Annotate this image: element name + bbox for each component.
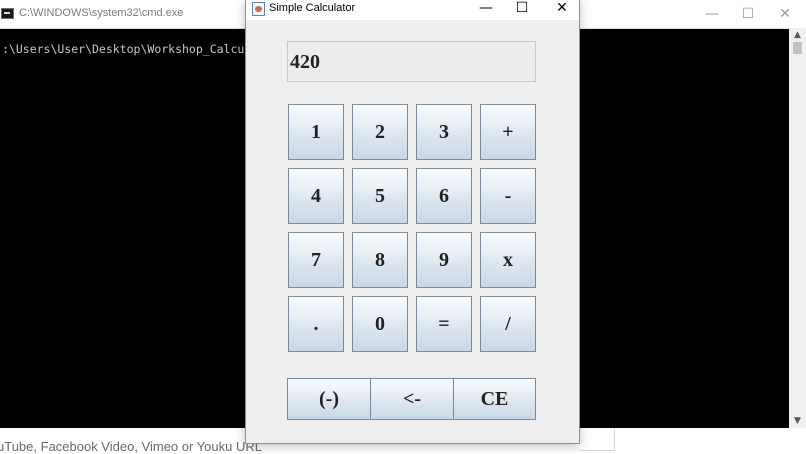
cmd-scrollbar[interactable]: ▲ ▼ [789, 28, 806, 428]
key-3[interactable]: 3 [416, 104, 472, 160]
key-4[interactable]: 4 [288, 168, 344, 224]
maximize-icon[interactable]: ☐ [735, 5, 761, 23]
calculator-titlebar[interactable]: Simple Calculator — ☐ ✕ [246, 0, 579, 20]
key-decimal[interactable]: . [288, 296, 344, 352]
close-icon[interactable]: ✕ [772, 5, 798, 23]
maximize-icon[interactable]: ☐ [504, 0, 540, 20]
minimize-icon[interactable]: — [468, 0, 504, 20]
minimize-icon[interactable]: — [699, 5, 725, 23]
calculator-display[interactable]: 420 [287, 41, 536, 82]
browser-url-hint: uTube, Facebook Video, Vimeo or Youku UR… [0, 439, 262, 454]
key-0[interactable]: 0 [352, 296, 408, 352]
cmd-output-line: :\Users\User\Desktop\Workshop_Calcula [2, 42, 259, 56]
cmd-title: C:\WINDOWS\system32\cmd.exe [19, 7, 184, 19]
key-divide[interactable]: / [480, 296, 536, 352]
key-subtract[interactable]: - [480, 168, 536, 224]
key-5[interactable]: 5 [352, 168, 408, 224]
cmd-icon [1, 8, 14, 19]
key-2[interactable]: 2 [352, 104, 408, 160]
key-7[interactable]: 7 [288, 232, 344, 288]
key-add[interactable]: + [480, 104, 536, 160]
calculator-window: Simple Calculator — ☐ ✕ 420 1 2 3 + 4 5 … [245, 0, 580, 444]
key-equals[interactable]: = [416, 296, 472, 352]
java-icon [252, 2, 265, 16]
calculator-title: Simple Calculator [269, 2, 356, 14]
key-8[interactable]: 8 [352, 232, 408, 288]
scroll-up-icon[interactable]: ▲ [789, 28, 806, 42]
key-9[interactable]: 9 [416, 232, 472, 288]
key-negate[interactable]: (-) [287, 378, 371, 420]
key-1[interactable]: 1 [288, 104, 344, 160]
key-clear[interactable]: CE [453, 378, 536, 420]
key-6[interactable]: 6 [416, 168, 472, 224]
scroll-down-icon[interactable]: ▼ [789, 414, 806, 428]
close-icon[interactable]: ✕ [544, 0, 580, 20]
scroll-thumb[interactable] [793, 42, 802, 54]
browser-field[interactable] [580, 428, 615, 451]
key-backspace[interactable]: <- [370, 378, 454, 420]
key-multiply[interactable]: x [480, 232, 536, 288]
